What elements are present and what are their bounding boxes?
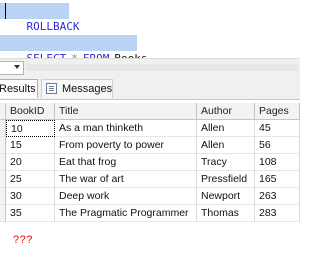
horizontal-scrollbar[interactable] [26, 64, 298, 71]
sql-editor[interactable]: ROLLBACK SELECT*FROMBooks [0, 0, 300, 65]
cell-pages[interactable]: 108 [255, 154, 300, 171]
table-row[interactable]: 15 From poverty to power Allen 56 [0, 137, 300, 154]
column-header-author[interactable]: Author [197, 103, 255, 120]
code-line-select[interactable]: SELECT*FROMBooks [0, 35, 148, 65]
table-row[interactable]: 25 The war of art Pressfield 165 [0, 171, 300, 188]
cell-pages[interactable]: 45 [255, 120, 300, 137]
results-grid[interactable]: BookID Title Author Pages 10 As a man th… [0, 103, 300, 253]
cell-author[interactable]: Allen [197, 137, 255, 154]
cell-title[interactable]: The war of art [55, 171, 197, 188]
cell-bookid[interactable]: 15 [6, 137, 55, 154]
text-caret [5, 3, 6, 19]
chevron-down-icon[interactable] [14, 65, 20, 69]
cell-author[interactable]: Newport [197, 188, 255, 205]
cell-bookid[interactable]: 20 [6, 154, 55, 171]
cell-bookid[interactable]: 30 [6, 188, 55, 205]
cell-pages[interactable]: 56 [255, 137, 300, 154]
cell-author[interactable]: Tracy [197, 154, 255, 171]
zoom-dropdown[interactable] [0, 61, 24, 75]
cell-pages[interactable]: 263 [255, 188, 300, 205]
tab-results-label: Results [0, 83, 36, 95]
messages-icon [46, 83, 57, 94]
cell-author[interactable]: Thomas [197, 205, 255, 222]
cell-title[interactable]: From poverty to power [55, 137, 197, 154]
column-header-title[interactable]: Title [55, 103, 197, 120]
tab-messages[interactable]: Messages [41, 79, 113, 98]
cell-title[interactable]: As a man thinketh [55, 120, 197, 137]
cell-author[interactable]: Allen [197, 120, 255, 137]
column-header-bookid[interactable]: BookID [6, 103, 55, 120]
tab-messages-label: Messages [62, 83, 113, 95]
tab-results[interactable]: Results [0, 79, 38, 98]
results-tab-bar: Results Messages [0, 77, 300, 100]
cell-title[interactable]: Eat that frog [55, 154, 197, 171]
code-line-rollback[interactable]: ROLLBACK [0, 3, 79, 33]
keyword-rollback: ROLLBACK [26, 20, 80, 33]
table-row[interactable]: 30 Deep work Newport 263 [0, 188, 300, 205]
editor-status-strip [0, 58, 300, 78]
cell-title[interactable]: Deep work [55, 188, 197, 205]
grid-header-row: BookID Title Author Pages [0, 103, 300, 120]
cell-title[interactable]: The Pragmatic Programmer [55, 205, 197, 222]
table-row[interactable]: 35 The Pragmatic Programmer Thomas 283 [0, 205, 300, 222]
table-row[interactable]: 20 Eat that frog Tracy 108 [0, 154, 300, 171]
cell-pages[interactable]: 165 [255, 171, 300, 188]
cell-bookid[interactable]: 35 [6, 205, 55, 222]
cell-bookid[interactable]: 25 [6, 171, 55, 188]
column-header-pages[interactable]: Pages [255, 103, 300, 120]
cell-pages[interactable]: 283 [255, 205, 300, 222]
question-mark-annotation: ??? [13, 234, 33, 246]
table-row[interactable]: 10 As a man thinketh Allen 45 [0, 120, 300, 137]
cell-author[interactable]: Pressfield [197, 171, 255, 188]
cell-bookid[interactable]: 10 [6, 120, 55, 137]
